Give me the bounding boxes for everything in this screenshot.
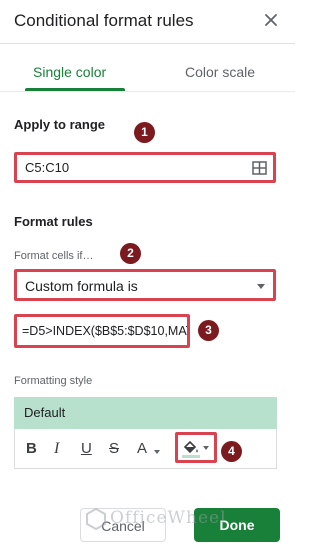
fill-color-swatch [182, 455, 200, 458]
bold-button[interactable]: B [26, 440, 37, 457]
close-icon[interactable] [262, 11, 280, 29]
select-range-grid-icon[interactable] [252, 161, 267, 175]
condition-dropdown[interactable]: Custom formula is [14, 269, 276, 301]
step-badge-4: 4 [221, 441, 242, 462]
text-color-chevron-icon [154, 450, 160, 454]
step-badge-2: 2 [120, 243, 141, 264]
watermark-text: OfficeWheel [110, 508, 227, 528]
text-color-button[interactable]: A [137, 440, 147, 457]
range-value: C5:C10 [25, 160, 70, 175]
formula-input[interactable]: =D5>INDEX($B$5:$D$10,MATCH(D$4,$B$4:$D$4… [14, 314, 190, 348]
formatting-style-label: Formatting style [14, 375, 93, 387]
tab-color-scale[interactable]: Color scale [185, 64, 255, 80]
condition-value: Custom formula is [25, 278, 138, 294]
style-preset-dropdown[interactable]: Default [14, 397, 277, 429]
watermark: OfficeWheel [86, 500, 246, 540]
chevron-down-icon [257, 284, 265, 289]
underline-button[interactable]: U [81, 440, 92, 457]
formula-value: =D5>INDEX($B$5:$D$10,MATCH(D$4,$B$4:$D$4… [22, 324, 187, 338]
apply-to-range-label: Apply to range [14, 117, 106, 132]
tab-bar: Single color Color scale [0, 56, 295, 92]
fill-color-chevron-icon [203, 446, 209, 450]
step-badge-3: 3 [198, 320, 219, 341]
panel-title: Conditional format rules [14, 11, 194, 30]
tab-single-color[interactable]: Single color [33, 64, 106, 80]
watermark-logo-icon [86, 508, 106, 530]
step-badge-1: 1 [134, 122, 155, 143]
format-cells-if-label: Format cells if… [14, 250, 94, 262]
fill-color-button[interactable] [175, 432, 217, 463]
range-input[interactable]: C5:C10 [14, 152, 276, 183]
conditional-format-panel: Conditional format rules Single color Co… [0, 0, 295, 557]
active-tab-indicator [25, 88, 125, 91]
italic-button[interactable]: I [54, 440, 59, 458]
style-preset-value: Default [24, 405, 66, 420]
panel-header: Conditional format rules [0, 0, 295, 44]
strikethrough-button[interactable]: S [109, 440, 119, 457]
format-rules-heading: Format rules [14, 214, 93, 229]
